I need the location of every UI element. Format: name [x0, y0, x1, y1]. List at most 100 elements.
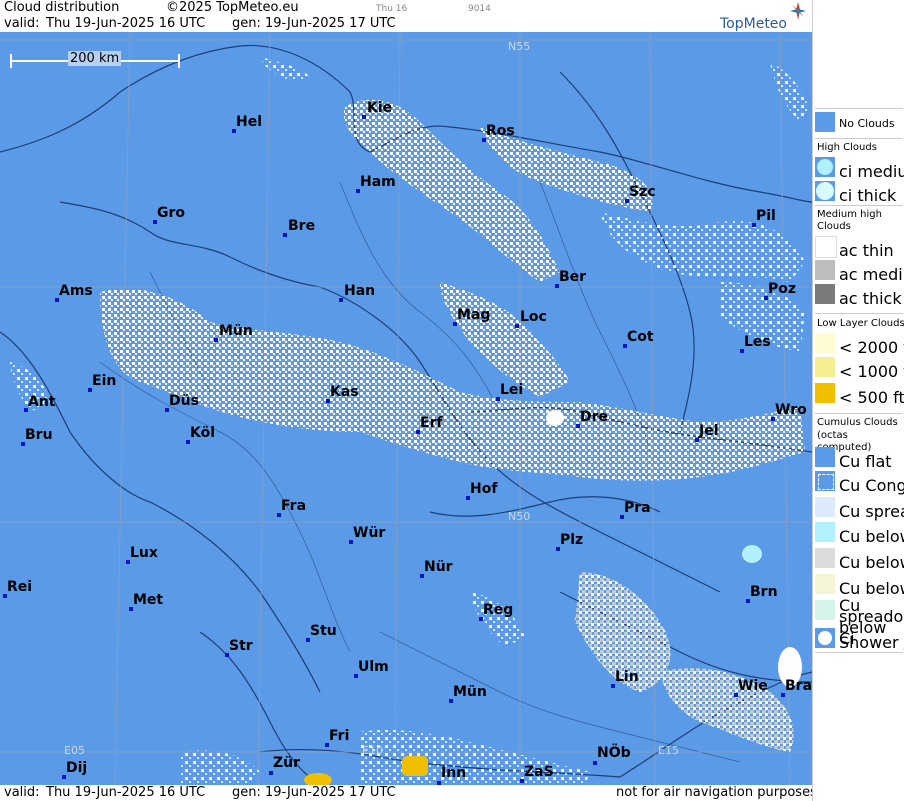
- city-label[interactable]: Erf: [420, 415, 443, 431]
- city-label[interactable]: Düs: [169, 393, 199, 409]
- city-label[interactable]: Wür: [353, 525, 385, 541]
- legend-lt2000: < 2000 ft: [839, 338, 904, 357]
- legend-lt500: < 500 ft / fog: [839, 388, 904, 407]
- city-label[interactable]: Cot: [627, 329, 654, 345]
- grid-label-n55: N55: [508, 40, 531, 53]
- header-row-2: valid: Thu 19-Jun-2025 16 UTC gen: 19-Ju…: [0, 16, 812, 32]
- day-tab[interactable]: Thu 16: [376, 4, 407, 14]
- city-label[interactable]: NÖb: [597, 745, 631, 761]
- city-label[interactable]: Gro: [157, 205, 185, 221]
- city-label[interactable]: Ulm: [358, 659, 389, 675]
- legend-low-layer: Low Layer Clouds: [817, 318, 904, 329]
- copyright: ©2025 TopMeteo.eu: [166, 0, 299, 15]
- footer-valid-time: Thu 19-Jun-2025 16 UTC: [46, 785, 206, 800]
- legend-cu-below-ci: Cu below Ci: [839, 527, 904, 546]
- city-label[interactable]: Mün: [453, 684, 487, 700]
- legend-no-clouds: No Clouds: [839, 117, 895, 130]
- city-label[interactable]: Met: [133, 592, 163, 608]
- city-label[interactable]: Zür: [273, 755, 300, 771]
- city-dot: [339, 298, 343, 302]
- city-label[interactable]: Lei: [500, 382, 523, 398]
- city-label[interactable]: Reg: [483, 602, 513, 618]
- city-label[interactable]: Kie: [367, 100, 392, 116]
- legend-cumulus: Cumulus Clouds: [817, 417, 898, 428]
- legend-ac-thick: ac thick: [839, 289, 902, 308]
- fog-patch: [304, 773, 332, 785]
- city-label[interactable]: Nür: [424, 559, 453, 575]
- city-label[interactable]: Ham: [360, 174, 396, 190]
- legend-cu-spreadout: Cu spreadout: [839, 502, 904, 521]
- footer-row: valid: Thu 19-Jun-2025 16 UTC gen: 19-Ju…: [0, 785, 817, 801]
- legend-cu-flat: Cu flat: [839, 452, 892, 471]
- legend-swatch-no-clouds: [815, 112, 835, 132]
- header-row-1: Cloud distribution ©2025 TopMeteo.eu Thu…: [0, 0, 812, 16]
- grid-label-n50: N50: [508, 510, 531, 523]
- city-label[interactable]: Str: [229, 638, 253, 654]
- city-label[interactable]: Loc: [520, 309, 547, 325]
- city-label[interactable]: Ein: [92, 373, 116, 389]
- legend-ci-medium: ci medium: [839, 162, 904, 181]
- city-label[interactable]: Dij: [66, 760, 87, 776]
- city-label[interactable]: Köl: [190, 425, 215, 441]
- city-label[interactable]: Jel: [699, 423, 719, 439]
- legend-high-clouds: High Clouds: [817, 142, 877, 153]
- cumulus-areas: [10, 57, 810, 785]
- grid-label-e05: E05: [64, 744, 85, 757]
- city-label[interactable]: ZaS: [524, 764, 554, 780]
- city-label[interactable]: Rei: [7, 579, 32, 595]
- city-label[interactable]: Lin: [615, 669, 639, 685]
- city-label[interactable]: Mag: [457, 307, 490, 323]
- legend-shower-cb: Shower / Cb: [839, 633, 904, 652]
- city-label[interactable]: Wro: [775, 402, 807, 418]
- city-label[interactable]: Kas: [330, 384, 359, 400]
- ci-patch: [742, 545, 762, 563]
- city-label[interactable]: Ros: [486, 123, 515, 139]
- grid-label-e10: E10: [362, 744, 383, 757]
- city-label[interactable]: Ams: [59, 283, 93, 299]
- valid-label: valid:: [4, 16, 40, 31]
- city-label[interactable]: Poz: [768, 281, 796, 297]
- footer-valid-label: valid:: [4, 785, 40, 800]
- city-label[interactable]: Plz: [560, 532, 583, 548]
- city-dot: [362, 115, 366, 119]
- city-label[interactable]: Hof: [470, 481, 497, 497]
- city-label[interactable]: Wie: [738, 678, 768, 694]
- city-label[interactable]: Bru: [25, 427, 53, 443]
- city-label[interactable]: Szc: [629, 184, 656, 200]
- city-label[interactable]: Dre: [580, 409, 608, 425]
- city-label[interactable]: Ber: [559, 269, 586, 285]
- topmeteo-logo[interactable]: TopMeteo: [720, 2, 806, 32]
- valid-time: Thu 19-Jun-2025 16 UTC: [46, 16, 206, 31]
- city-label[interactable]: Fra: [281, 498, 306, 514]
- legend-cu-below-ac: Cu below Ac: [839, 553, 904, 572]
- city-label[interactable]: Fri: [329, 728, 349, 744]
- city-label[interactable]: Stu: [310, 623, 337, 639]
- legend-ac-thin: ac thin: [839, 241, 894, 260]
- city-label[interactable]: Pil: [756, 208, 776, 224]
- map-canvas: [0, 32, 812, 785]
- city-label[interactable]: Bre: [288, 218, 315, 234]
- city-label[interactable]: Bra: [785, 678, 812, 694]
- city-dot: [214, 338, 218, 342]
- compass-star-icon: [790, 2, 806, 20]
- legend-panel: No Clouds High Clouds ci medium ci thick…: [812, 0, 904, 801]
- city-label[interactable]: Hel: [236, 114, 262, 130]
- city-dot: [269, 771, 273, 775]
- legend-medium-high: Medium high Clouds: [817, 209, 882, 232]
- gen-time: gen: 19-Jun-2025 17 UTC: [232, 16, 396, 31]
- grid-label-e15: E15: [658, 744, 679, 757]
- fog-patch: [402, 756, 428, 776]
- legend-ac-medium: ac medium: [839, 265, 904, 284]
- city-label[interactable]: Brn: [750, 584, 778, 600]
- footer-gen-time: gen: 19-Jun-2025 17 UTC: [232, 785, 396, 800]
- city-label[interactable]: Lux: [130, 545, 158, 561]
- city-dot: [515, 324, 519, 328]
- city-label[interactable]: Les: [744, 334, 771, 350]
- city-label[interactable]: Pra: [624, 500, 651, 516]
- cloud-map[interactable]: 200 km N55 N50 E05 E10 E15 Kie Hel Ros H…: [0, 32, 812, 785]
- city-label[interactable]: Mün: [219, 323, 253, 339]
- city-label[interactable]: Han: [344, 283, 375, 299]
- scale-label: 200 km: [68, 51, 122, 66]
- city-label[interactable]: Inn: [441, 765, 466, 781]
- city-label[interactable]: Ant: [28, 394, 56, 410]
